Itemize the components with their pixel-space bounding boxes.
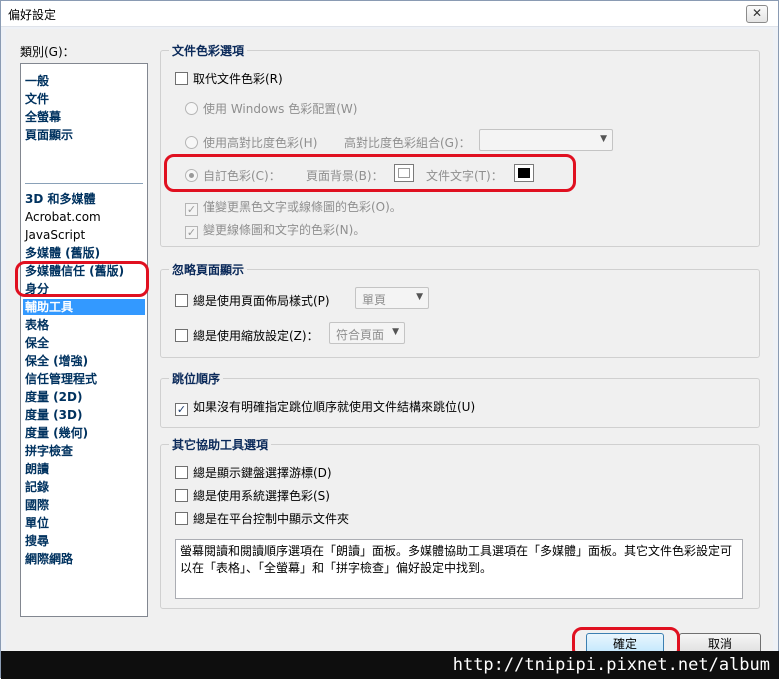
category-item[interactable]: 度量 (3D) xyxy=(25,407,82,423)
other-options-title: 其它協助工具選項 xyxy=(169,436,272,453)
keyboard-cursor-row[interactable]: 總是顯示鍵盤選擇游標(D) xyxy=(175,464,332,481)
category-item[interactable]: 3D 和多媒體 xyxy=(25,191,96,207)
system-colors-checkbox[interactable] xyxy=(175,489,188,502)
category-separator xyxy=(25,183,143,184)
use-structure-checkbox[interactable]: ✓ xyxy=(175,403,188,416)
layout-checkbox[interactable] xyxy=(175,294,188,307)
doc-colors-title: 文件色彩選項 xyxy=(169,42,248,59)
chevron-down-icon: ▼ xyxy=(416,292,423,302)
category-item[interactable]: 搜尋 xyxy=(25,533,49,549)
categories-list[interactable]: 一般 文件 全螢幕 頁面顯示 3D 和多媒體 Acrobat.com JavaS… xyxy=(20,63,148,617)
preferences-dialog: 偏好設定 ✕ 類別(G)： 一般 文件 全螢幕 頁面顯示 3D 和多媒體 Acr… xyxy=(0,0,779,679)
high-contrast-combo[interactable]: ▼ xyxy=(479,129,613,151)
replace-colors-label: 取代文件色彩(R) xyxy=(193,72,283,86)
annotation-highlight-custom-colors xyxy=(164,154,576,192)
category-item[interactable]: JavaScript xyxy=(25,227,85,243)
category-item[interactable]: 記錄 xyxy=(25,479,49,495)
category-item[interactable]: 文件 xyxy=(25,91,49,107)
replace-colors-checkbox[interactable] xyxy=(175,72,188,85)
use-structure-row[interactable]: ✓ 如果沒有明確指定跳位順序就使用文件結構來跳位(U) xyxy=(175,398,475,416)
category-item[interactable]: 單位 xyxy=(25,515,49,531)
zoom-dropdown[interactable]: 符合頁面 ▼ xyxy=(329,322,405,344)
show-docs-label: 總是在平台控制中顯示文件夾 xyxy=(193,512,350,526)
description-text: 螢幕閱讀和閱讀順序選項在「朗讀」面板。多媒體協助工具選項在「多媒體」面板。其它文… xyxy=(175,539,743,599)
title-bar: 偏好設定 ✕ xyxy=(1,1,778,27)
category-item[interactable]: 拼字檢查 xyxy=(25,443,73,459)
window-title: 偏好設定 xyxy=(8,8,57,22)
category-item-selected[interactable]: 輔助工具 xyxy=(23,299,145,315)
category-item[interactable]: 全螢幕 xyxy=(25,109,61,125)
category-item[interactable]: 朗讀 xyxy=(25,461,49,477)
zoom-value: 符合頁面 xyxy=(336,328,385,342)
annotation-highlight-category xyxy=(15,261,149,297)
category-item[interactable]: Acrobat.com xyxy=(25,209,101,225)
watermark-url: http://tnipipi.pixnet.net/album xyxy=(1,651,779,679)
only-black-label: 僅變更黑色文字或線條圖的色彩(O)。 xyxy=(203,200,402,214)
windows-colors-radio[interactable] xyxy=(185,102,198,115)
category-item[interactable]: 度量 (幾何) xyxy=(25,425,88,441)
windows-colors-label: 使用 Windows 色彩配置(W) xyxy=(203,102,358,116)
only-black-checkbox[interactable]: ✓ xyxy=(185,203,198,216)
keyboard-cursor-checkbox[interactable] xyxy=(175,466,188,479)
category-item[interactable]: 網際網路 xyxy=(25,551,73,567)
zoom-row[interactable]: 總是使用縮放設定(Z)： xyxy=(175,327,319,344)
categories-label: 類別(G)： xyxy=(20,45,75,59)
zoom-label: 總是使用縮放設定(Z)： xyxy=(193,329,319,343)
high-contrast-radio[interactable] xyxy=(185,136,198,149)
page-display-title: 忽略頁面顯示 xyxy=(169,261,248,278)
use-structure-label: 如果沒有明確指定跳位順序就使用文件結構來跳位(U) xyxy=(193,400,476,414)
close-button[interactable]: ✕ xyxy=(746,5,768,23)
high-contrast-label: 使用高對比度色彩(H) xyxy=(203,136,318,150)
keyboard-cursor-label: 總是顯示鍵盤選擇游標(D) xyxy=(193,466,332,480)
high-contrast-combo-label: 高對比度色彩組合(G)： xyxy=(344,136,471,150)
category-item[interactable]: 信任管理程式 xyxy=(25,371,97,387)
category-item[interactable]: 保全 (增強) xyxy=(25,353,88,369)
category-item[interactable]: 頁面顯示 xyxy=(25,127,73,143)
chevron-down-icon: ▼ xyxy=(392,327,399,337)
category-item[interactable]: 一般 xyxy=(25,73,49,89)
system-colors-label: 總是使用系統選擇色彩(S) xyxy=(193,489,330,503)
change-line-label: 變更線條圖和文字的色彩(N)。 xyxy=(203,223,366,237)
change-line-checkbox[interactable]: ✓ xyxy=(185,226,198,239)
tab-order-group: 跳位順序 ✓ 如果沒有明確指定跳位順序就使用文件結構來跳位(U) xyxy=(160,370,760,428)
system-colors-row[interactable]: 總是使用系統選擇色彩(S) xyxy=(175,487,330,504)
change-line-row[interactable]: ✓ 變更線條圖和文字的色彩(N)。 xyxy=(185,221,365,239)
show-docs-checkbox[interactable] xyxy=(175,512,188,525)
only-black-row[interactable]: ✓ 僅變更黑色文字或線條圖的色彩(O)。 xyxy=(185,198,402,216)
chevron-down-icon: ▼ xyxy=(600,134,607,144)
category-item[interactable]: 表格 xyxy=(25,317,49,333)
dialog-body: 類別(G)： 一般 文件 全螢幕 頁面顯示 3D 和多媒體 Acrobat.co… xyxy=(6,29,773,656)
category-item[interactable]: 多媒體 (舊版) xyxy=(25,245,100,261)
replace-colors-row[interactable]: 取代文件色彩(R) xyxy=(175,70,283,87)
category-item[interactable]: 度量 (2D) xyxy=(25,389,82,405)
doc-colors-group: 文件色彩選項 取代文件色彩(R) 使用 Windows 色彩配置(W) 使用高對… xyxy=(160,42,760,247)
high-contrast-row[interactable]: 使用高對比度色彩(H) xyxy=(185,134,317,151)
zoom-checkbox[interactable] xyxy=(175,329,188,342)
show-docs-row[interactable]: 總是在平台控制中顯示文件夾 xyxy=(175,510,349,527)
page-display-group: 忽略頁面顯示 總是使用頁面佈局樣式(P) 單頁 ▼ 總是使用縮放設定(Z)： 符… xyxy=(160,261,760,358)
category-item[interactable]: 保全 xyxy=(25,335,49,351)
layout-value: 單頁 xyxy=(362,293,387,307)
layout-label: 總是使用頁面佈局樣式(P) xyxy=(193,294,330,308)
tab-order-title: 跳位順序 xyxy=(169,370,224,387)
layout-dropdown[interactable]: 單頁 ▼ xyxy=(355,287,429,309)
layout-row[interactable]: 總是使用頁面佈局樣式(P) xyxy=(175,292,330,309)
windows-colors-row[interactable]: 使用 Windows 色彩配置(W) xyxy=(185,100,357,117)
category-item[interactable]: 國際 xyxy=(25,497,49,513)
